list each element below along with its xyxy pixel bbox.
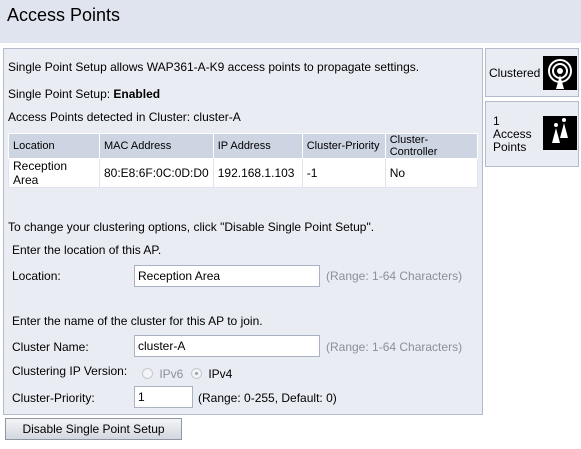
ipv4-label: IPv4 bbox=[208, 367, 233, 381]
page-title: Access Points bbox=[7, 5, 121, 25]
cell-ip-address: 192.168.1.103 bbox=[212, 158, 303, 188]
cell-cluster-controller: No bbox=[384, 158, 479, 188]
access-points-table: Location MAC Address IP Address Cluster-… bbox=[8, 133, 479, 188]
change-options-note: To change your clustering options, click… bbox=[8, 220, 375, 234]
disable-single-point-setup-button[interactable]: Disable Single Point Setup bbox=[5, 418, 182, 440]
title-bar: Access Points bbox=[0, 0, 581, 43]
single-point-setup-panel: Single Point Setup allows WAP361-A-K9 ac… bbox=[3, 48, 483, 415]
cluster-name-range-hint: (Range: 1-64 Characters) bbox=[326, 340, 463, 354]
table-header-row: Location MAC Address IP Address Cluster-… bbox=[8, 133, 479, 159]
clustered-status-card: Clustered bbox=[485, 48, 579, 97]
access-points-icon bbox=[543, 116, 577, 150]
location-range-hint: (Range: 1-64 Characters) bbox=[326, 269, 463, 283]
setup-status-value: Enabled bbox=[113, 87, 161, 101]
ipv6-option[interactable]: IPv6 bbox=[142, 367, 183, 381]
cluster-name-label: Cluster Name: bbox=[12, 340, 89, 354]
setup-status-label: Single Point Setup: bbox=[8, 87, 111, 101]
access-points-label-line2: Points bbox=[493, 140, 527, 154]
access-points-count-text: 1 Access Points bbox=[493, 115, 532, 154]
setup-status: Single Point Setup: Enabled bbox=[8, 87, 160, 101]
ipv6-label: IPv6 bbox=[159, 367, 184, 381]
location-label: Location: bbox=[12, 269, 61, 283]
cell-cluster-priority: -1 bbox=[301, 158, 386, 188]
ipv6-radio[interactable] bbox=[142, 368, 153, 379]
cluster-priority-input[interactable] bbox=[134, 386, 193, 408]
cluster-priority-label: Cluster-Priority: bbox=[12, 391, 95, 405]
cluster-name-input[interactable] bbox=[134, 335, 320, 357]
cluster-name-prompt: Enter the name of the cluster for this A… bbox=[12, 314, 263, 328]
setup-description: Single Point Setup allows WAP361-A-K9 ac… bbox=[8, 60, 420, 74]
column-header-ip-address: IP Address bbox=[212, 133, 303, 159]
access-points-count-card[interactable]: 1 Access Points bbox=[485, 101, 579, 167]
cluster-priority-range-hint: (Range: 0-255, Default: 0) bbox=[198, 391, 337, 405]
table-row: Reception Area 80:E8:6F:0C:0D:D0 192.168… bbox=[8, 158, 479, 188]
column-header-location: Location bbox=[8, 133, 100, 159]
cluster-detected-text: Access Points detected in Cluster: clust… bbox=[8, 110, 241, 124]
cell-mac-address: 80:E8:6F:0C:0D:D0 bbox=[99, 158, 214, 188]
location-input[interactable] bbox=[134, 265, 320, 287]
wireless-broadcast-icon bbox=[543, 56, 577, 90]
column-header-cluster-controller: Cluster-Controller bbox=[384, 133, 479, 159]
cell-location: Reception Area bbox=[8, 158, 100, 188]
clustering-ip-version-label: Clustering IP Version: bbox=[12, 364, 128, 378]
location-prompt: Enter the location of this AP. bbox=[12, 243, 162, 257]
ipv4-radio[interactable] bbox=[191, 368, 202, 379]
column-header-cluster-priority: Cluster-Priority bbox=[301, 133, 386, 159]
ipv4-option[interactable]: IPv4 bbox=[191, 367, 232, 381]
clustered-label: Clustered bbox=[489, 66, 541, 80]
column-header-mac-address: MAC Address bbox=[99, 133, 214, 159]
